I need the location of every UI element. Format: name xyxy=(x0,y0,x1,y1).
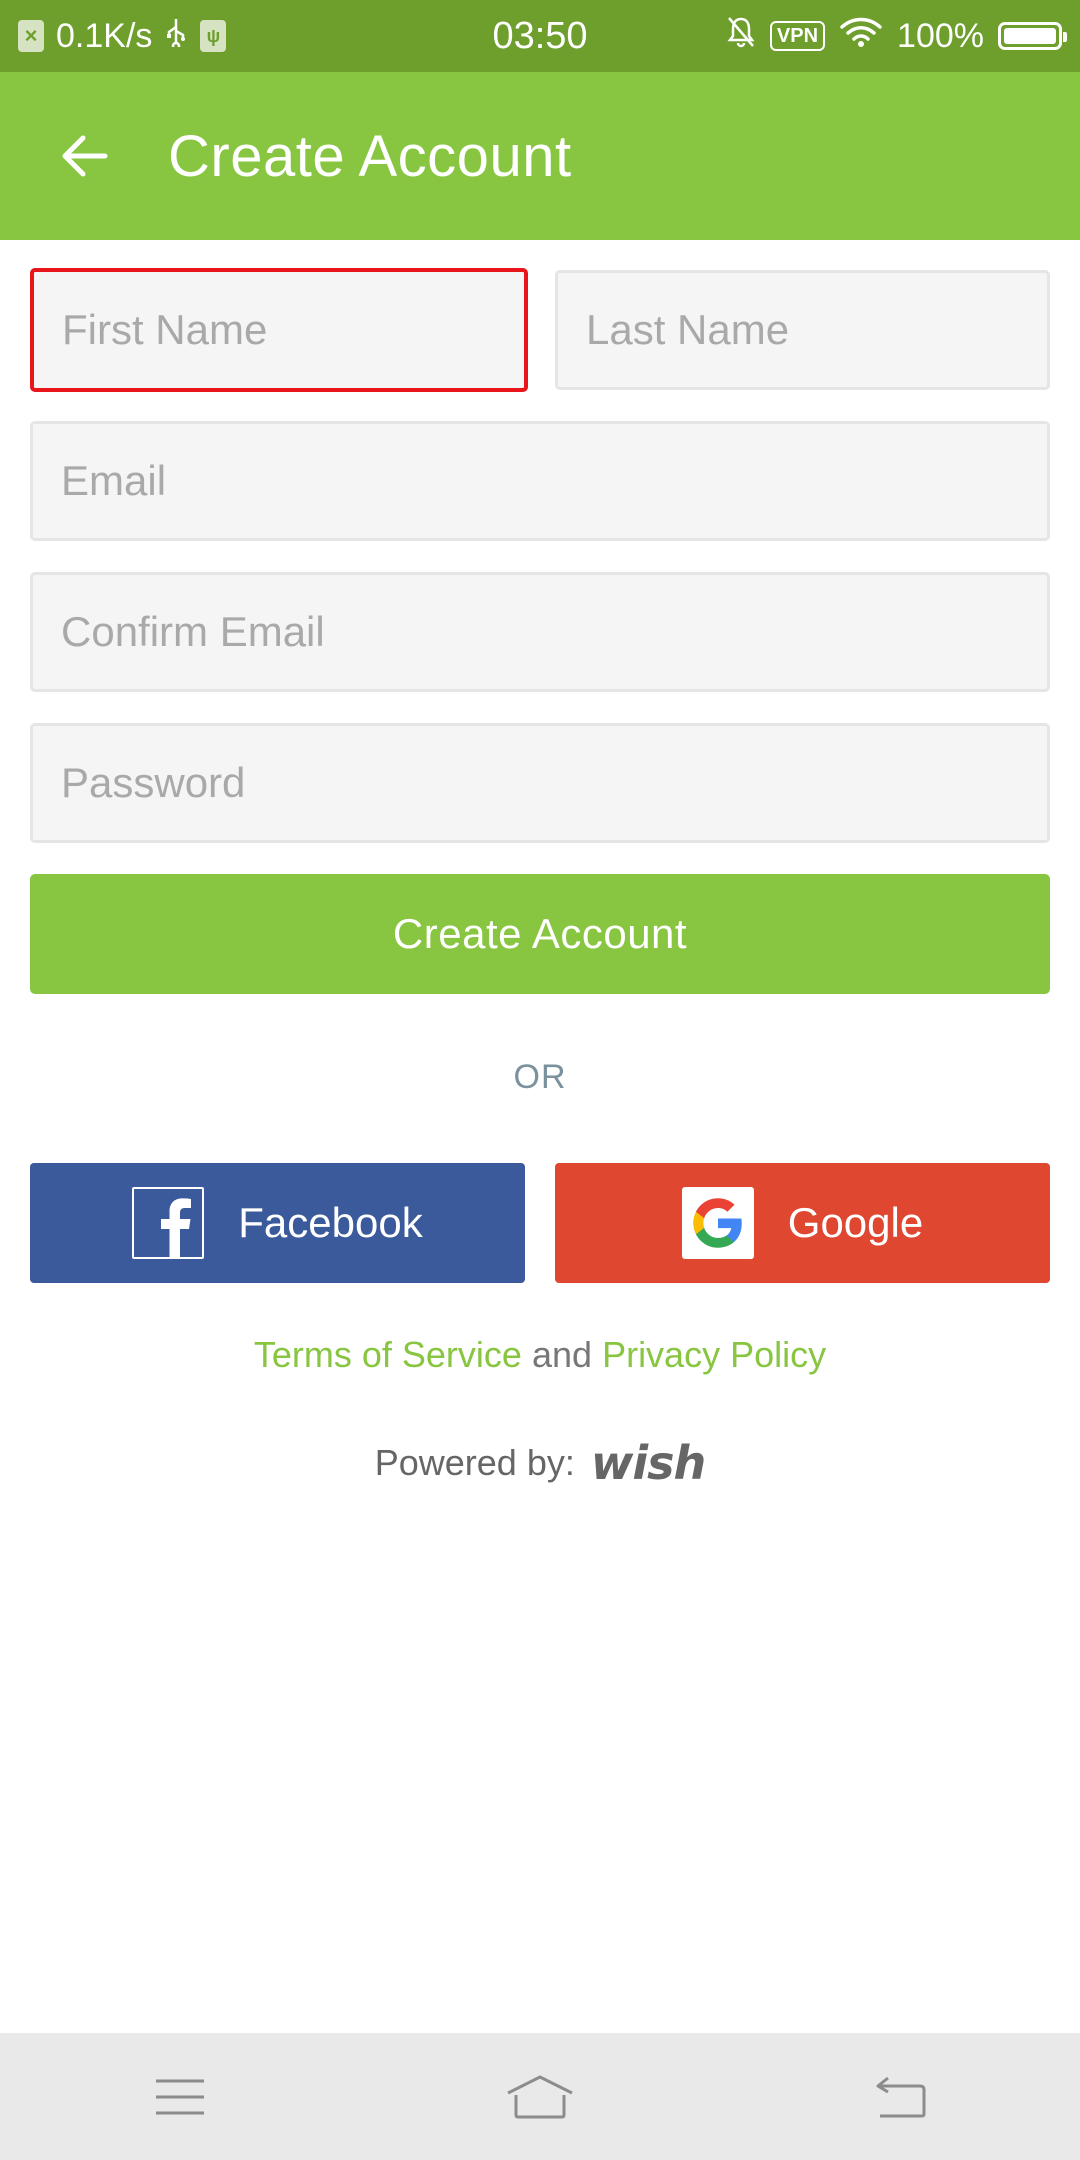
legal-line: Terms of Service and Privacy Policy xyxy=(0,1334,1080,1376)
usb-debug-icon: ψ xyxy=(200,20,227,52)
menu-icon xyxy=(156,2079,204,2114)
net-speed: 0.1K/s xyxy=(56,16,153,55)
back-icon xyxy=(876,2076,926,2117)
terms-of-service-link[interactable]: Terms of Service xyxy=(254,1334,522,1375)
status-bar: × 0.1K/s ψ 03:50 VPN 100% xyxy=(0,0,1080,72)
back-button[interactable] xyxy=(40,111,130,201)
powered-by: Powered by: wish xyxy=(0,1436,1080,1490)
battery-fill xyxy=(1004,28,1056,44)
last-name-input[interactable] xyxy=(555,270,1050,390)
google-login-button[interactable]: Google xyxy=(555,1163,1050,1283)
status-time: 03:50 xyxy=(492,14,588,57)
create-account-screen: × 0.1K/s ψ 03:50 VPN 100% Create Account… xyxy=(0,0,1080,2160)
home-icon xyxy=(507,2075,573,2118)
password-input[interactable] xyxy=(30,723,1050,843)
wish-logo: wish xyxy=(590,1436,706,1490)
nav-menu-button[interactable] xyxy=(120,2047,240,2147)
facebook-login-button[interactable]: Facebook xyxy=(30,1163,525,1283)
powered-by-label: Powered by: xyxy=(374,1442,575,1483)
arrow-left-icon xyxy=(62,135,108,177)
status-right: VPN 100% xyxy=(682,15,1067,58)
vpn-badge: VPN xyxy=(769,21,826,51)
wifi-icon xyxy=(839,16,883,57)
mute-bell-icon xyxy=(726,15,756,58)
legal-joiner: and xyxy=(532,1334,602,1375)
confirm-email-input[interactable] xyxy=(30,572,1050,692)
legal-joiner-text: and xyxy=(531,1334,593,1375)
usb-icon xyxy=(164,17,188,55)
facebook-label: Facebook xyxy=(238,1199,423,1246)
or-divider: OR xyxy=(513,1058,567,1096)
app-bar: Create Account xyxy=(0,72,1080,240)
nav-back-button[interactable] xyxy=(840,2047,960,2147)
app-notification-icon: × xyxy=(18,20,44,52)
google-label: Google xyxy=(787,1199,924,1246)
battery-percent: 100% xyxy=(897,16,984,55)
system-nav-bar xyxy=(0,2033,1080,2160)
nav-home-button[interactable] xyxy=(480,2047,600,2147)
email-input[interactable] xyxy=(30,421,1050,541)
google-g-icon xyxy=(681,1187,754,1259)
create-account-button[interactable]: Create Account xyxy=(30,874,1050,994)
facebook-f-icon xyxy=(132,1187,205,1259)
first-name-input[interactable] xyxy=(30,268,528,392)
status-left: × 0.1K/s ψ xyxy=(18,17,398,56)
battery-icon xyxy=(998,22,1067,50)
privacy-policy-link[interactable]: Privacy Policy xyxy=(602,1334,826,1375)
page-title: Create Account xyxy=(168,123,572,189)
